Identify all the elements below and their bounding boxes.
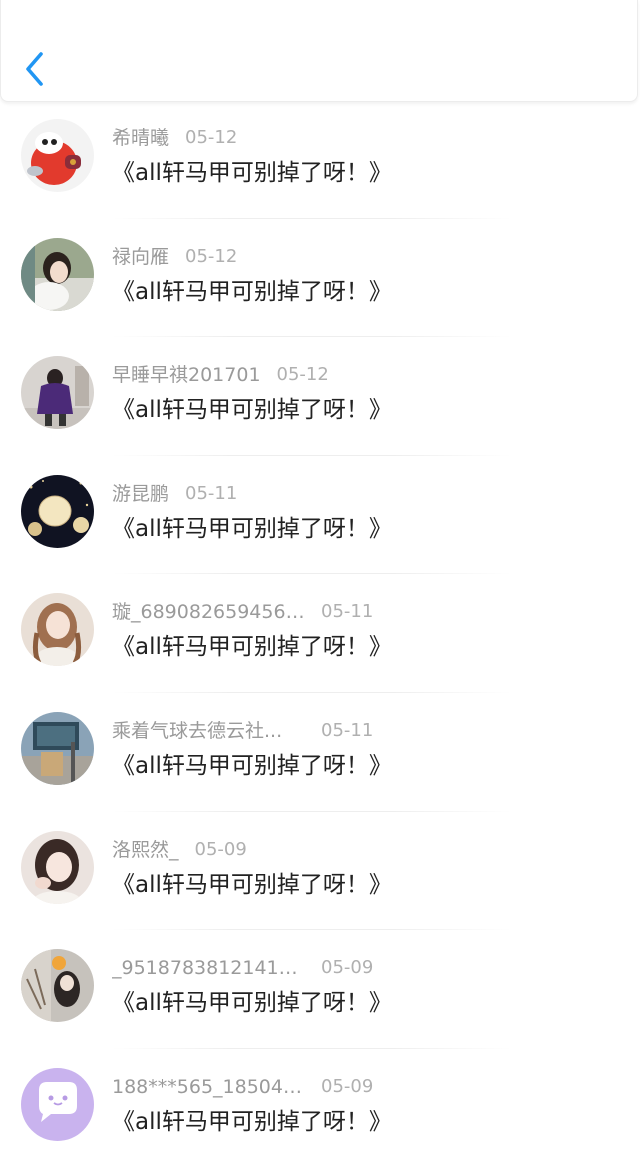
comment-date: 05-12 (185, 127, 238, 148)
avatar[interactable] (21, 949, 94, 1023)
username[interactable]: 游昆鹏 (112, 480, 169, 508)
back-button[interactable] (15, 46, 55, 92)
lanterns-avatar-icon (21, 474, 94, 548)
comment-item[interactable]: 188***565_185040... 05-09 《all轩马甲可别掉了呀！》 (0, 1049, 640, 1167)
comment-text[interactable]: 《all轩马甲可别掉了呀！》 (112, 750, 392, 782)
flower-girl-avatar-icon (21, 949, 94, 1023)
comment-text[interactable]: 《all轩马甲可别掉了呀！》 (112, 1106, 392, 1138)
red-robot-avatar-icon (21, 119, 94, 192)
comment-meta: 早睡早祺201701 05-12 (112, 361, 412, 389)
comment-meta: 乘着气球去德云社... 05-11 (112, 717, 412, 745)
comment-text[interactable]: 《all轩马甲可别掉了呀！》 (112, 869, 392, 901)
comment-meta: 希晴曦 05-12 (112, 124, 412, 152)
chevron-left-icon (26, 52, 43, 86)
comment-item[interactable]: 早睡早祺201701 05-12 《all轩马甲可别掉了呀！》 (0, 337, 640, 456)
username[interactable]: 188***565_185040... (112, 1073, 305, 1101)
street-sign-avatar-icon (21, 711, 94, 785)
avatar[interactable] (21, 711, 94, 785)
girl-portrait-avatar-icon (21, 593, 94, 667)
username[interactable]: 禄向雁 (112, 243, 169, 271)
comment-date: 05-12 (185, 245, 238, 267)
comment-date: 05-11 (321, 719, 374, 741)
chat-bubble-avatar-icon (21, 1067, 94, 1141)
avatar[interactable] (21, 593, 94, 667)
avatar[interactable] (21, 1067, 94, 1141)
comment-item[interactable]: 希晴曦 05-12 《all轩马甲可别掉了呀！》 (0, 100, 640, 219)
comment-meta: 禄向雁 05-12 (112, 243, 412, 271)
comment-date: 05-11 (321, 601, 374, 623)
comment-text[interactable]: 《all轩马甲可别掉了呀！》 (112, 631, 392, 663)
comment-date: 05-11 (185, 482, 238, 504)
comment-item[interactable]: 洛熙然_ 05-09 《all轩马甲可别掉了呀！》 (0, 812, 640, 931)
comment-meta: 游昆鹏 05-11 (112, 480, 412, 508)
username[interactable]: 乘着气球去德云社... (112, 717, 305, 745)
comment-text[interactable]: 《all轩马甲可别掉了呀！》 (112, 987, 392, 1019)
username[interactable]: 璇_6890826594568... (112, 598, 305, 626)
avatar[interactable] (21, 830, 94, 904)
avatar[interactable] (21, 119, 94, 192)
girl-photo-avatar-icon (21, 237, 94, 311)
comment-item[interactable]: _95187838121415... 05-09 《all轩马甲可别掉了呀！》 (0, 930, 640, 1049)
comment-meta: 璇_6890826594568... 05-11 (112, 598, 412, 626)
comment-item[interactable]: 游昆鹏 05-11 《all轩马甲可别掉了呀！》 (0, 456, 640, 575)
comment-meta: 188***565_185040... 05-09 (112, 1073, 412, 1101)
username[interactable]: 洛熙然_ (112, 836, 179, 864)
comment-list: 希晴曦 05-12 《all轩马甲可别掉了呀！》 禄向雁 05-12 《all轩马甲… (0, 100, 640, 1167)
comment-meta: 洛熙然_ 05-09 (112, 836, 412, 864)
username[interactable]: _95187838121415... (112, 954, 305, 982)
purple-coat-avatar-icon (21, 356, 94, 430)
girl-smile-avatar-icon (21, 830, 94, 904)
comment-text[interactable]: 《all轩马甲可别掉了呀！》 (112, 276, 392, 308)
comment-meta: _95187838121415... 05-09 (112, 954, 412, 982)
username[interactable]: 希晴曦 (112, 124, 169, 152)
comment-date: 05-09 (321, 1075, 374, 1097)
avatar[interactable] (21, 356, 94, 430)
avatar[interactable] (21, 474, 94, 548)
comment-item[interactable]: 璇_6890826594568... 05-11 《all轩马甲可别掉了呀！》 (0, 574, 640, 693)
top-navigation-bar (0, 0, 638, 102)
comment-text[interactable]: 《all轩马甲可别掉了呀！》 (112, 157, 392, 189)
comment-item[interactable]: 乘着气球去德云社... 05-11 《all轩马甲可别掉了呀！》 (0, 693, 640, 812)
username[interactable]: 早睡早祺201701 (112, 361, 261, 389)
comment-item[interactable]: 禄向雁 05-12 《all轩马甲可别掉了呀！》 (0, 219, 640, 338)
comment-text[interactable]: 《all轩马甲可别掉了呀！》 (112, 394, 392, 426)
comment-date: 05-09 (321, 957, 374, 979)
avatar[interactable] (21, 237, 94, 311)
comment-date: 05-12 (276, 364, 329, 386)
comment-date: 05-09 (194, 838, 247, 860)
comment-text[interactable]: 《all轩马甲可别掉了呀！》 (112, 513, 392, 545)
